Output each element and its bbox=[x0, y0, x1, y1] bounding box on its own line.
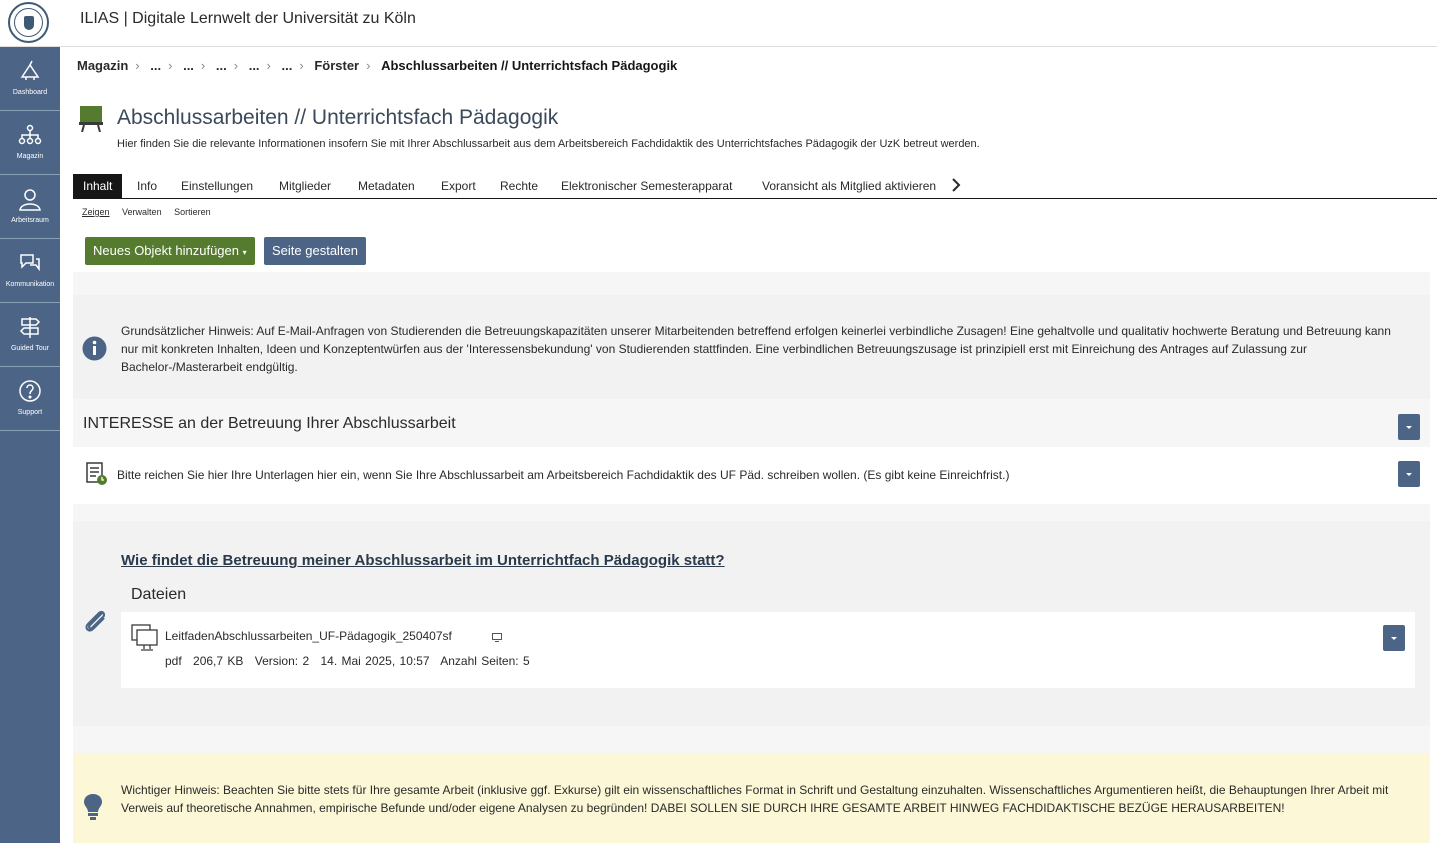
tab-info[interactable]: Info bbox=[127, 174, 167, 198]
tab-export[interactable]: Export bbox=[431, 174, 486, 198]
page-description: Hier finden Sie die relevante Informatio… bbox=[117, 138, 980, 150]
file-actions-button[interactable] bbox=[1383, 625, 1405, 651]
main-sidebar: Dashboard Magazin Arbeitsraum Kommunikat… bbox=[0, 47, 60, 843]
university-logo-icon[interactable] bbox=[8, 2, 49, 43]
site-title[interactable]: ILIAS | Digitale Lernwelt der Universitä… bbox=[80, 10, 416, 28]
file-meta: pdf 206,7 KB Version: 2 14. Mai 2025, 10… bbox=[165, 654, 537, 668]
sidebar-label: Kommunikation bbox=[5, 281, 55, 288]
tab-mitglieder[interactable]: Mitglieder bbox=[269, 174, 341, 198]
tab-einstellungen[interactable]: Einstellungen bbox=[171, 174, 263, 198]
tab-rechte[interactable]: Rechte bbox=[490, 174, 548, 198]
chevron-right-icon[interactable] bbox=[951, 178, 961, 192]
file-type: pdf bbox=[165, 654, 182, 668]
subtab-sortieren[interactable]: Sortieren bbox=[174, 207, 211, 217]
sidebar-item-magazin[interactable]: Magazin bbox=[0, 111, 60, 175]
top-header: ILIAS | Digitale Lernwelt der Universitä… bbox=[0, 0, 1437, 47]
item-title[interactable]: Bitte reichen Sie hier Ihre Unterlagen h… bbox=[117, 468, 1009, 482]
main-content: Magazin › ... › ... › ... › ... › ... › Förste… bbox=[60, 47, 1437, 843]
caret-down-icon: ▾ bbox=[242, 248, 247, 257]
design-page-button[interactable]: Seite gestalten bbox=[264, 237, 367, 265]
info-panel: Grundsätzlicher Hinweis: Auf E-Mail-Anfr… bbox=[73, 295, 1430, 399]
breadcrumb: Magazin › ... › ... › ... › ... › ... › Förste… bbox=[77, 58, 678, 73]
sidebar-label: Support bbox=[17, 409, 43, 416]
signpost-icon bbox=[19, 317, 41, 338]
breadcrumb-item[interactable]: Magazin bbox=[77, 58, 128, 73]
breadcrumb-item[interactable]: ... bbox=[150, 58, 161, 73]
sidebar-label: Guided Tour bbox=[10, 345, 49, 352]
sidebar-item-guided-tour[interactable]: Guided Tour bbox=[0, 303, 60, 367]
info-text: Grundsätzlicher Hinweis: Auf E-Mail-Anfr… bbox=[121, 324, 1391, 374]
file-size: 206,7 KB bbox=[193, 654, 244, 668]
subtab-verwalten[interactable]: Verwalten bbox=[122, 207, 162, 217]
content-area: Grundsätzlicher Hinweis: Auf E-Mail-Anfr… bbox=[73, 272, 1430, 843]
file-monitor-icon bbox=[131, 624, 158, 651]
chat-icon bbox=[20, 254, 40, 272]
files-block: Wie findet die Betreuung meiner Abschlus… bbox=[73, 521, 1430, 726]
breadcrumb-current[interactable]: Abschlussarbeiten // Unterrichtsfach Päd… bbox=[381, 58, 677, 73]
files-title: Dateien bbox=[131, 586, 187, 603]
section-title: INTERESSE an der Betreuung Ihrer Abschlu… bbox=[83, 415, 456, 432]
subtab-bar: Zeigen Verwalten Sortieren bbox=[82, 207, 221, 217]
breadcrumb-item[interactable]: ... bbox=[216, 58, 227, 73]
sidebar-label: Dashboard bbox=[12, 89, 48, 96]
breadcrumb-item[interactable]: ... bbox=[282, 58, 293, 73]
help-icon bbox=[19, 380, 41, 402]
lightbulb-icon bbox=[84, 794, 102, 820]
info-icon bbox=[82, 336, 107, 361]
category-board-icon bbox=[79, 106, 103, 132]
item-actions-button[interactable] bbox=[1398, 461, 1420, 487]
user-icon bbox=[19, 189, 41, 211]
breadcrumb-item[interactable]: Förster bbox=[314, 58, 359, 73]
subtab-zeigen[interactable]: Zeigen bbox=[82, 207, 110, 217]
sidebar-item-dashboard[interactable]: Dashboard bbox=[0, 47, 60, 111]
paperclip-icon bbox=[85, 610, 106, 632]
sidebar-label: Magazin bbox=[16, 153, 44, 160]
page-title: Abschlussarbeiten // Unterrichtsfach Päd… bbox=[117, 106, 559, 129]
sidebar-item-kommunikation[interactable]: Kommunikation bbox=[0, 239, 60, 303]
sitemap-icon bbox=[18, 124, 42, 145]
tab-inhalt[interactable]: Inhalt bbox=[73, 174, 123, 198]
tab-bar: Inhalt Info Einstellungen Mitglieder Met… bbox=[73, 174, 1437, 199]
exercise-icon bbox=[86, 462, 107, 485]
warning-panel: Wichtiger Hinweis: Beachten Sie bitte st… bbox=[73, 753, 1430, 843]
file-pages: Anzahl Seiten: 5 bbox=[440, 654, 530, 668]
list-item[interactable]: Bitte reichen Sie hier Ihre Unterlagen h… bbox=[73, 447, 1430, 504]
section-actions-button[interactable] bbox=[1398, 414, 1420, 440]
breadcrumb-item[interactable]: ... bbox=[249, 58, 260, 73]
section-header: INTERESSE an der Betreuung Ihrer Abschlu… bbox=[73, 399, 1430, 447]
file-item[interactable]: LeitfadenAbschlussarbeiten_UF-Pädagogik_… bbox=[121, 612, 1415, 688]
sidebar-label: Arbeitsraum bbox=[11, 217, 49, 224]
tab-semesterapparat[interactable]: Elektronischer Semesterapparat bbox=[551, 174, 742, 198]
tab-metadaten[interactable]: Metadaten bbox=[348, 174, 425, 198]
warning-text: Wichtiger Hinweis: Beachten Sie bitte st… bbox=[121, 783, 1389, 815]
sidebar-item-support[interactable]: Support bbox=[0, 367, 60, 431]
add-object-button[interactable]: Neues Objekt hinzufügen ▾ bbox=[85, 237, 255, 265]
file-version: Version: 2 bbox=[254, 654, 310, 668]
dashboard-icon bbox=[20, 60, 40, 80]
file-name[interactable]: LeitfadenAbschlussarbeiten_UF-Pädagogik_… bbox=[165, 629, 452, 643]
tab-voransicht[interactable]: Voransicht als Mitglied aktivieren bbox=[752, 174, 946, 198]
files-heading-link[interactable]: Wie findet die Betreuung meiner Abschlus… bbox=[121, 552, 725, 569]
add-object-label: Neues Objekt hinzufügen bbox=[93, 243, 239, 258]
file-date: 14. Mai 2025, 10:57 bbox=[320, 654, 430, 668]
sidebar-item-arbeitsraum[interactable]: Arbeitsraum bbox=[0, 175, 60, 239]
breadcrumb-item[interactable]: ... bbox=[183, 58, 194, 73]
preview-icon[interactable] bbox=[492, 633, 502, 642]
toolbar: Neues Objekt hinzufügen ▾ Seite gestalte… bbox=[73, 232, 1430, 272]
